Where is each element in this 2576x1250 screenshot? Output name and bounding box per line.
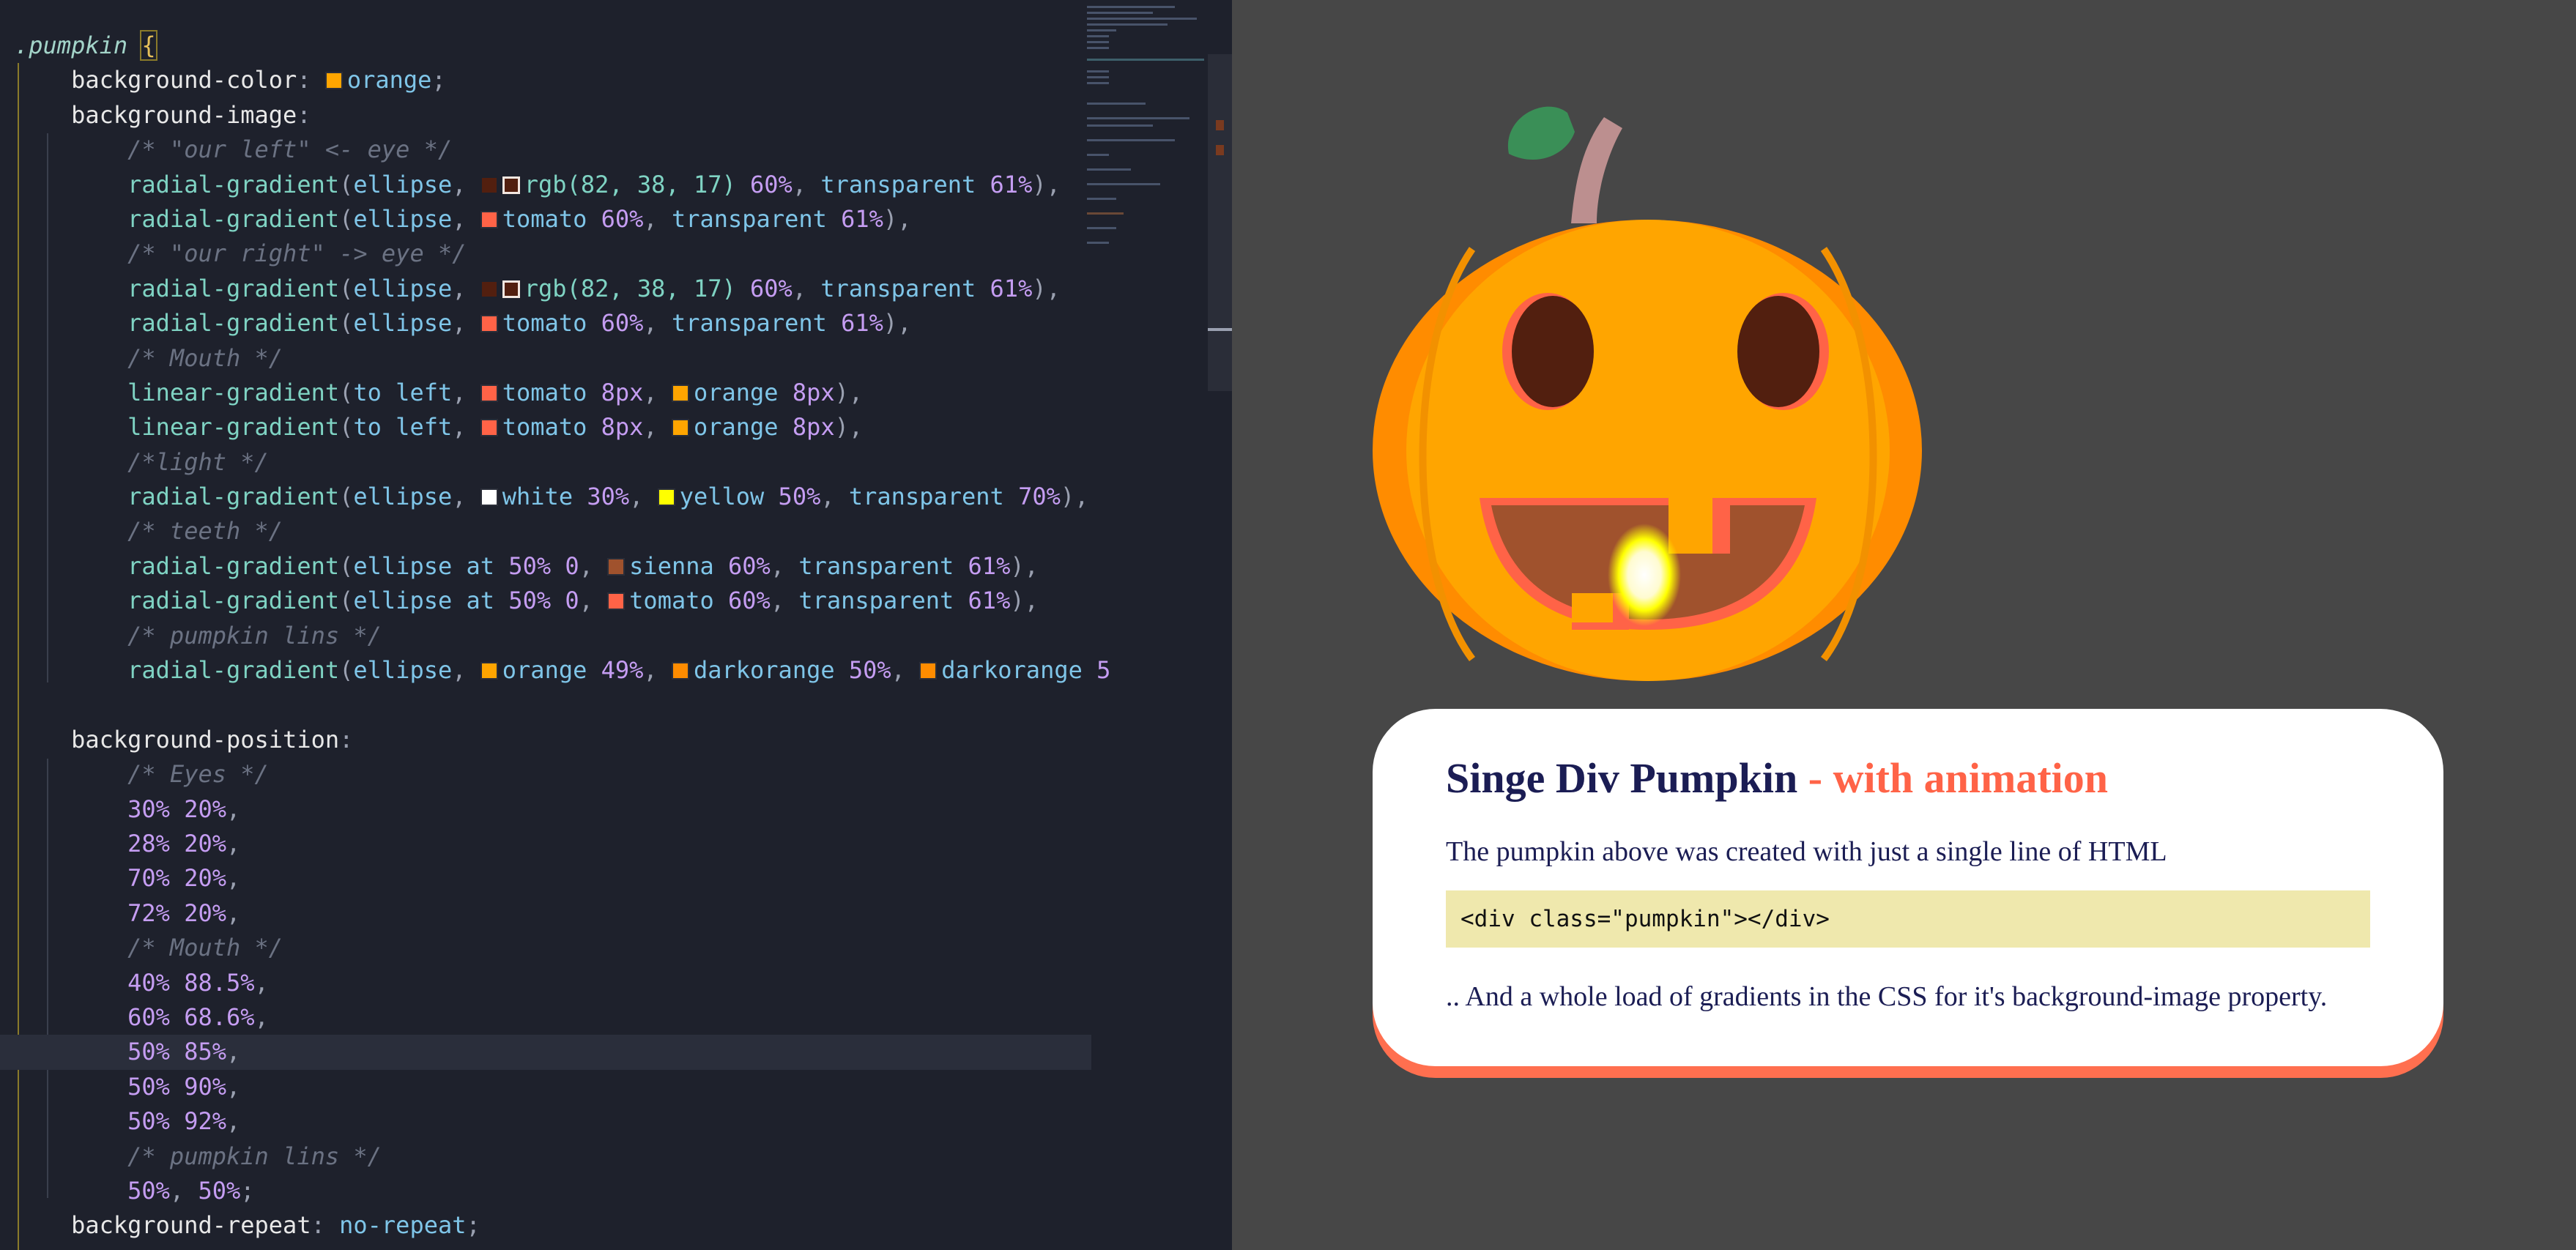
code-line: background-color: orange; bbox=[71, 66, 446, 94]
card-title: Singe Div Pumpkin - with animation bbox=[1446, 754, 2109, 802]
color-swatch-tomato[interactable] bbox=[480, 419, 498, 437]
code-line: /* "our right" -> eye */ bbox=[127, 239, 467, 268]
card-outro: .. And a whole load of gradients in the … bbox=[1446, 981, 2328, 1012]
code-lines[interactable]: .pumpkin { background-color: orange; bac… bbox=[0, 29, 1111, 1243]
code-line: radial-gradient(ellipse, white 30%, yell… bbox=[127, 483, 1089, 511]
code-line: background-image: bbox=[71, 100, 311, 129]
code-line: /* pumpkin lins */ bbox=[127, 1142, 382, 1170]
candle-light bbox=[1608, 524, 1681, 626]
color-swatch-tomato[interactable] bbox=[607, 592, 626, 611]
color-swatch-rgb[interactable] bbox=[502, 176, 520, 194]
code-line: /* pumpkin lins */ bbox=[127, 621, 382, 650]
color-swatch-darkorange[interactable] bbox=[671, 662, 689, 680]
color-swatch-white[interactable] bbox=[480, 488, 498, 507]
leaf bbox=[1507, 106, 1575, 160]
code-line: 40% 88.5%, bbox=[127, 968, 269, 997]
code-line: radial-gradient(ellipse, rgb(82, 38, 17)… bbox=[127, 274, 1061, 302]
color-swatch-rgb[interactable] bbox=[502, 280, 520, 298]
color-swatch-yellow[interactable] bbox=[657, 488, 675, 507]
code-line: 72% 20%, bbox=[127, 899, 241, 927]
code-line: linear-gradient(to left, tomato 8px, ora… bbox=[127, 378, 864, 406]
code-line: /* "our left" <- eye */ bbox=[127, 135, 453, 164]
card-intro: The pumpkin above was created with just … bbox=[1446, 836, 2167, 867]
code-line: /* teeth */ bbox=[127, 517, 283, 546]
code-line: 30% 20%, bbox=[127, 795, 241, 823]
code-line: radial-gradient(ellipse, tomato 60%, tra… bbox=[127, 309, 912, 338]
code-line: 70% 20%, bbox=[127, 864, 241, 893]
minimap[interactable] bbox=[1087, 0, 1209, 264]
color-swatch-tomato[interactable] bbox=[480, 384, 498, 402]
code-line-current: 50% 85%, bbox=[0, 1035, 1091, 1070]
color-swatch-tomato[interactable] bbox=[480, 315, 498, 333]
code-line: .pumpkin { bbox=[15, 30, 157, 61]
scroll-marker bbox=[1216, 120, 1224, 130]
code-line: 50%, 50%; bbox=[127, 1176, 255, 1205]
code-line: 50% 92%, bbox=[127, 1107, 241, 1136]
color-swatch-rgb[interactable] bbox=[480, 176, 498, 194]
code-line: radial-gradient(ellipse at 50% 0, sienna… bbox=[127, 551, 1039, 580]
info-card: Singe Div Pumpkin - with animation The p… bbox=[1373, 709, 2443, 1066]
color-swatch-rgb[interactable] bbox=[480, 280, 498, 298]
color-swatch-darkorange[interactable] bbox=[919, 662, 938, 680]
code-line: /*light */ bbox=[127, 447, 269, 476]
color-swatch-orange[interactable] bbox=[324, 72, 343, 90]
code-line: /* Mouth */ bbox=[127, 934, 283, 962]
code-line: background-repeat: no-repeat; bbox=[71, 1211, 480, 1240]
code-line: 50% 90%, bbox=[127, 1072, 241, 1101]
code-line: 28% 20%, bbox=[127, 829, 241, 857]
code-snippet: <div class="pumpkin"></div> bbox=[1446, 890, 2370, 948]
stem bbox=[1571, 117, 1622, 223]
code-editor[interactable]: .pumpkin { background-color: orange; bac… bbox=[0, 0, 1232, 1250]
code-line: radial-gradient(ellipse, orange 49%, dar… bbox=[127, 656, 1111, 685]
scrollbar-track[interactable] bbox=[1208, 54, 1232, 391]
code-line: /* Mouth */ bbox=[127, 343, 283, 372]
color-swatch-orange[interactable] bbox=[671, 419, 689, 437]
color-swatch-orange[interactable] bbox=[671, 384, 689, 402]
code-line: linear-gradient(to left, tomato 8px, ora… bbox=[127, 413, 864, 442]
color-swatch-sienna[interactable] bbox=[607, 557, 626, 576]
pumpkin-image bbox=[1373, 106, 1922, 681]
scrollbar-thumb[interactable] bbox=[1208, 328, 1232, 331]
title-accent: - with animation bbox=[1797, 754, 2109, 802]
scroll-marker bbox=[1216, 145, 1224, 155]
color-swatch-tomato[interactable] bbox=[480, 210, 498, 228]
color-swatch-orange[interactable] bbox=[480, 662, 498, 680]
code-line: radial-gradient(ellipse, tomato 60%, tra… bbox=[127, 204, 912, 233]
code-line: radial-gradient(ellipse at 50% 0, tomato… bbox=[127, 587, 1039, 615]
code-line: 60% 68.6%, bbox=[127, 1002, 269, 1031]
code-line: radial-gradient(ellipse, rgb(82, 38, 17)… bbox=[127, 170, 1061, 198]
code-line: /* Eyes */ bbox=[127, 760, 269, 789]
code-line: background-position: bbox=[71, 725, 354, 754]
